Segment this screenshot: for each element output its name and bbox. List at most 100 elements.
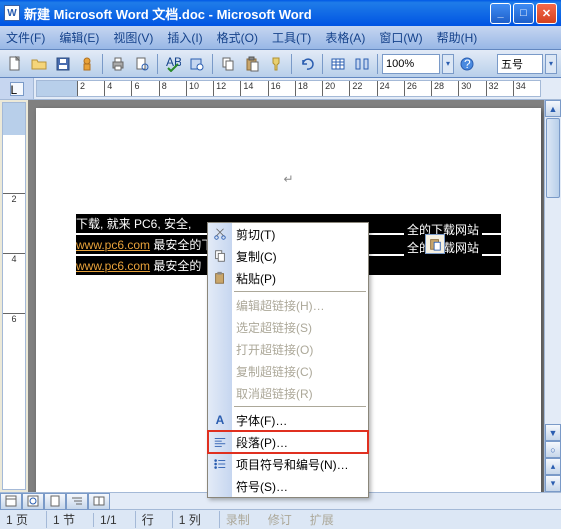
menu-tools[interactable]: 工具(T) [272,29,311,46]
menu-item-open-hyperlink[interactable]: 打开超链接(O) [208,338,368,360]
menu-bar: 文件(F) 编辑(E) 视图(V) 插入(I) 格式(O) 工具(T) 表格(A… [0,26,561,50]
next-page-icon[interactable]: ▾ [545,475,561,492]
ruler-tick: 4 [3,253,25,264]
menu-item-remove-hyperlink[interactable]: 取消超链接(R) [208,382,368,404]
toolbar-separator [322,54,323,74]
scroll-thumb[interactable] [546,118,560,198]
paste-options-icon[interactable] [425,234,445,254]
web-layout-view-icon[interactable] [22,493,44,510]
toolbar-separator [291,54,292,74]
zoom-dropdown-icon[interactable]: ▾ [442,54,454,74]
ruler-tick: 8 [159,81,186,96]
menu-item-cut[interactable]: 剪切(T) [208,223,368,245]
menu-item-copy-hyperlink[interactable]: 复制超链接(C) [208,360,368,382]
paste-icon[interactable] [241,53,263,75]
font-icon: A [212,412,228,428]
ruler-tick: 20 [322,81,349,96]
menu-help[interactable]: 帮助(H) [437,29,478,46]
format-painter-icon[interactable] [265,53,287,75]
menu-table[interactable]: 表格(A) [325,29,365,46]
hyperlink: www.pc6.com [76,238,150,252]
status-col: 1 列 [172,511,201,528]
menu-separator [234,291,366,292]
menu-item-edit-hyperlink[interactable]: 编辑超链接(H)… [208,294,368,316]
table-icon[interactable] [327,53,349,75]
save-icon[interactable] [52,53,74,75]
maximize-button[interactable]: □ [513,3,534,24]
ruler-tick: 6 [131,81,158,96]
menu-item-font[interactable]: A字体(F)… [208,409,368,431]
toolbar-separator [212,54,213,74]
menu-format[interactable]: 格式(O) [217,29,258,46]
help-icon[interactable]: ? [456,53,478,75]
ruler-tick: 18 [295,81,322,96]
print-preview-icon[interactable] [131,53,153,75]
normal-view-icon[interactable] [0,493,22,510]
paragraph-mark: ↵ [76,172,501,186]
print-layout-view-icon[interactable] [44,493,66,510]
view-buttons [0,493,110,510]
status-line: 行 [135,511,154,528]
hyperlink: www.pc6.com [76,259,150,273]
toolbar-separator [102,54,103,74]
prev-page-icon[interactable]: ▴ [545,458,561,475]
tab-selector-icon[interactable]: L [10,82,24,96]
menu-file[interactable]: 文件(F) [6,29,45,46]
window-title: 新建 Microsoft Word 文档.doc - Microsoft Wor… [24,4,490,23]
ruler-tick: 34 [513,81,540,96]
outline-view-icon[interactable] [66,493,88,510]
ruler-tick: 10 [186,81,213,96]
menu-item-symbol[interactable]: 符号(S)… [208,475,368,497]
toolbar-separator [157,54,158,74]
fontsize-combo[interactable]: 五号 [497,54,543,74]
paragraph-icon [212,434,228,450]
horizontal-ruler-row: L 246810121416182022242628303234 [0,78,561,100]
open-icon[interactable] [28,53,50,75]
ruler-tick: 26 [404,81,431,96]
ruler-tick: 22 [349,81,376,96]
scroll-down-icon[interactable]: ▼ [545,424,561,441]
columns-icon[interactable] [351,53,373,75]
zoom-combo[interactable]: 100% [382,54,440,74]
menu-item-select-hyperlink[interactable]: 选定超链接(S) [208,316,368,338]
menu-view[interactable]: 视图(V) [113,29,153,46]
vertical-scrollbar[interactable]: ▲ ▼ ○ ▴ ▾ [544,100,561,492]
vertical-ruler[interactable]: 2 4 6 [2,102,26,490]
menu-item-paragraph[interactable]: 段落(P)… [208,431,368,453]
ruler-tick: 16 [268,81,295,96]
menu-insert[interactable]: 插入(I) [167,29,202,46]
menu-item-bullets[interactable]: 项目符号和编号(N)… [208,453,368,475]
window-controls: _ □ ✕ [490,3,557,24]
ruler-tick: 12 [213,81,240,96]
ruler-tick: 2 [3,193,25,204]
menu-item-paste[interactable]: 粘贴(P) [208,267,368,289]
scissors-icon [212,226,228,242]
copy-icon [212,248,228,264]
fontsize-dropdown-icon[interactable]: ▾ [545,54,557,74]
research-icon[interactable] [186,53,208,75]
spellcheck-icon[interactable]: AB [162,53,184,75]
menu-edit[interactable]: 编辑(E) [59,29,99,46]
new-doc-icon[interactable] [4,53,26,75]
ruler-tick: 32 [486,81,513,96]
print-icon[interactable] [107,53,129,75]
reading-layout-view-icon[interactable] [88,493,110,510]
minimize-button[interactable]: _ [490,3,511,24]
menu-separator [234,406,366,407]
ruler-tick: 6 [3,313,25,324]
browse-object-icon[interactable]: ○ [545,441,561,458]
copy-icon[interactable] [217,53,239,75]
horizontal-ruler[interactable]: 246810121416182022242628303234 [36,80,541,97]
ruler-margin-shade [37,81,77,96]
scroll-up-icon[interactable]: ▲ [545,100,561,117]
undo-icon[interactable] [296,53,318,75]
status-bar: 1 页 1 节 1/1 行 1 列 录制 修订 扩展 [0,509,561,529]
menu-window[interactable]: 窗口(W) [379,29,422,46]
close-button[interactable]: ✕ [536,3,557,24]
ruler-tick: 14 [240,81,267,96]
menu-item-copy[interactable]: 复制(C) [208,245,368,267]
ruler-tick: 28 [431,81,458,96]
permission-icon[interactable] [76,53,98,75]
status-page: 1 页 [6,511,28,528]
status-ext: 扩展 [310,511,334,528]
